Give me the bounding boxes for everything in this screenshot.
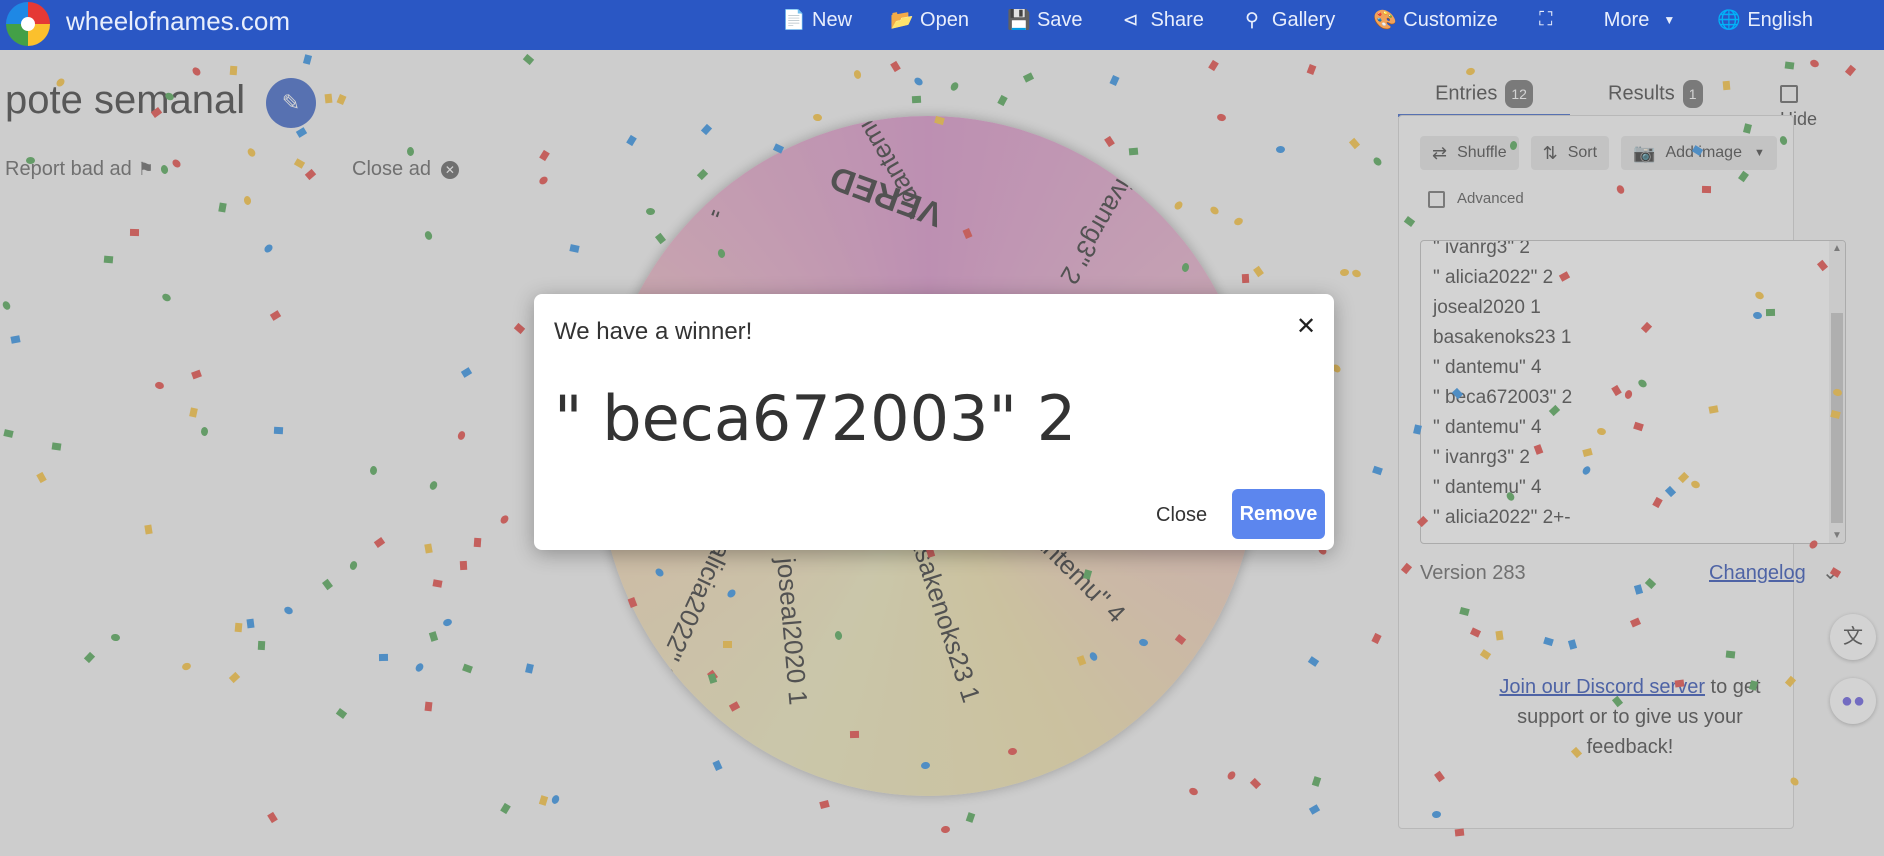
wheel-logo-icon[interactable] — [6, 2, 50, 46]
menu-open[interactable]: 📂 Open — [890, 8, 969, 32]
site-name[interactable]: wheelofnames.com — [66, 6, 290, 37]
top-bar: wheelofnames.com 📄 New 📂 Open 💾 Save ⊲ Share… — [0, 0, 1884, 50]
menu-customize[interactable]: 🎨 Customize — [1373, 8, 1497, 32]
close-button[interactable]: Close — [1156, 504, 1207, 527]
fullscreen-icon: ⛶ — [1539, 9, 1553, 30]
search-icon: ⚲ — [1244, 9, 1259, 31]
menu-more[interactable]: More ▼ — [1604, 9, 1680, 32]
chevron-down-icon: ▼ — [1663, 13, 1676, 27]
share-icon: ⊲ — [1122, 9, 1139, 31]
winner-name: " beca672003" 2 — [554, 382, 1077, 455]
menu-gallery[interactable]: ⚲ Gallery — [1242, 9, 1335, 32]
file-icon: 📄 — [782, 10, 806, 31]
menu-share[interactable]: ⊲ Share — [1121, 9, 1204, 32]
dialog-title: We have a winner! — [554, 318, 753, 345]
remove-button[interactable]: Remove — [1232, 489, 1325, 539]
menu-save[interactable]: 💾 Save — [1007, 8, 1083, 32]
top-menu: 📄 New 📂 Open 💾 Save ⊲ Share ⚲ Gallery 🎨 Custom… — [782, 0, 1813, 40]
folder-icon: 📂 — [890, 10, 914, 31]
globe-icon: 🌐 — [1717, 10, 1742, 31]
save-icon: 💾 — [1006, 10, 1031, 31]
menu-fullscreen[interactable]: ⛶ — [1536, 9, 1566, 31]
close-icon[interactable]: ✕ — [1296, 312, 1316, 341]
palette-icon: 🎨 — [1373, 10, 1397, 31]
winner-dialog: We have a winner! ✕ " beca672003" 2 Clos… — [534, 294, 1334, 550]
menu-language[interactable]: 🌐 English — [1717, 8, 1813, 32]
menu-new[interactable]: 📄 New — [782, 8, 852, 32]
